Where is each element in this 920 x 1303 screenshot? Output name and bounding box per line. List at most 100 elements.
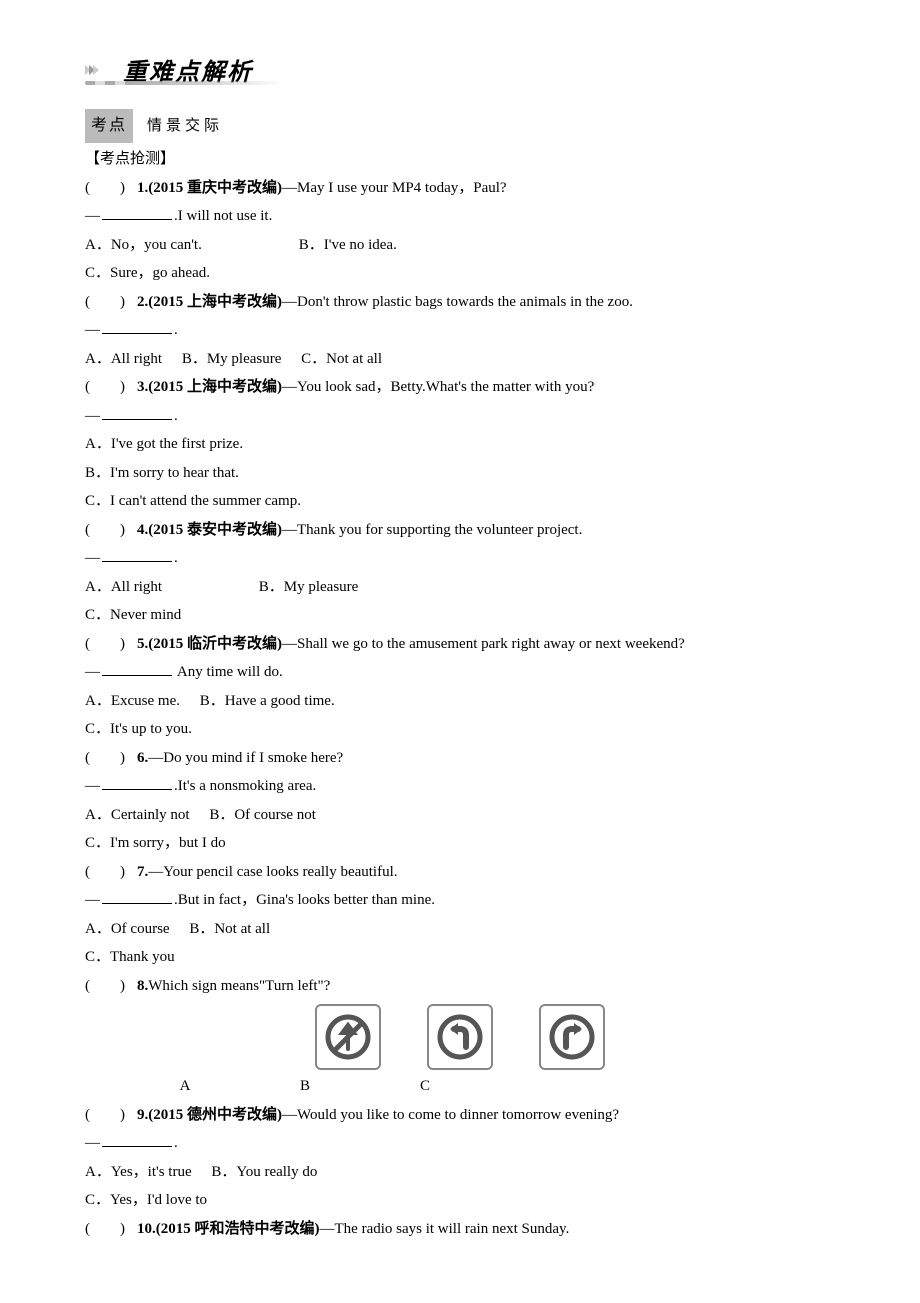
opt-c[interactable]: C．Sure，go ahead. [85,259,210,288]
q-prompt: —Do you mind if I smoke here? [148,750,343,766]
sign-turn-left[interactable] [427,1004,493,1070]
blank[interactable] [102,1131,172,1147]
opt-c[interactable]: C．Never mind [85,601,181,630]
question-5-opts-1: A．Excuse me. B．Have a good time. [85,687,835,716]
opt-a[interactable]: A．I've got the first prize. [85,430,243,459]
answer-paren[interactable]: ( ) [85,1101,137,1130]
opt-a[interactable]: A．No，you can't. [85,231,295,260]
opt-c[interactable]: C．Not at all [301,345,382,374]
question-6-opts-2: C．I'm sorry，but I do [85,829,835,858]
section-header: 重难点解析 [85,55,835,99]
answer-paren[interactable]: ( ) [85,744,137,773]
answer-paren[interactable]: ( ) [85,972,137,1001]
q-num: 3. [137,379,148,395]
opt-a[interactable]: A．Yes，it's true [85,1158,192,1187]
opt-b[interactable]: B．You really do [211,1158,317,1187]
sign-row [85,1004,835,1070]
q-num: 9. [137,1107,148,1123]
q-prompt: —Your pencil case looks really beautiful… [148,864,397,880]
answer-paren[interactable]: ( ) [85,288,137,317]
page: 重难点解析 考点 情景交际 【考点抢测】 ( )1.(2015 重庆中考改编)—… [0,0,920,1303]
q-num: 10. [137,1221,156,1237]
answer-paren[interactable]: ( ) [85,174,137,203]
opt-b[interactable]: B．My pleasure [182,345,282,374]
opt-c-row: C．I can't attend the summer camp. [85,487,835,516]
question-1-line2: —.I will not use it. [85,202,835,231]
question-2-line2: —. [85,316,835,345]
q-src: (2015 上海中考改编) [148,379,282,395]
sub-heading: 【考点抢测】 [85,145,835,174]
q-prompt: —Don't throw plastic bags towards the an… [282,294,633,310]
opt-c[interactable]: C．Yes，I'd love to [85,1186,207,1215]
answer-paren[interactable]: ( ) [85,373,137,402]
q-prompt: —The radio says it will rain next Sunday… [320,1221,570,1237]
blank[interactable] [102,888,172,904]
chevron-decor [85,65,97,75]
opt-a[interactable]: A．Excuse me. [85,687,180,716]
opt-b[interactable]: B．Have a good time. [200,687,335,716]
opt-c[interactable]: C．Thank you [85,943,175,972]
sign-label-b: B [245,1072,365,1101]
blank[interactable] [102,774,172,790]
q-prompt: —You look sad，Betty.What's the matter wi… [282,379,594,395]
opt-c[interactable]: C．I can't attend the summer camp. [85,487,301,516]
opt-b[interactable]: B．My pleasure [259,573,359,602]
sign-turn-right[interactable] [539,1004,605,1070]
q-num: 8. [137,978,148,994]
opt-a[interactable]: A．All right [85,573,255,602]
q-num: 5. [137,636,148,652]
question-3-line1: ( )3.(2015 上海中考改编)—You look sad，Betty.Wh… [85,373,835,402]
opt-c[interactable]: C．It's up to you. [85,715,192,744]
question-5-opts-2: C．It's up to you. [85,715,835,744]
section-title: 重难点解析 [123,51,253,97]
question-10-line1: ( )10.(2015 呼和浩特中考改编)—The radio says it … [85,1215,835,1244]
answer-paren[interactable]: ( ) [85,630,137,659]
question-4-opts-1: A．All right B．My pleasure [85,573,835,602]
q-prompt: —Shall we go to the amusement park right… [282,636,685,652]
answer-paren[interactable]: ( ) [85,1215,137,1244]
opt-b[interactable]: B．Of course not [209,801,316,830]
question-4-opts-2: C．Never mind [85,601,835,630]
opt-c[interactable]: C．I'm sorry，but I do [85,829,226,858]
answer-paren[interactable]: ( ) [85,858,137,887]
question-6-line2: —.It's a non­smoking area. [85,772,835,801]
opt-b[interactable]: B．I'm sorry to hear that. [85,459,239,488]
opt-a[interactable]: A．Certainly not [85,801,190,830]
blank[interactable] [102,660,172,676]
sign-label-c: C [365,1072,485,1101]
opt-a[interactable]: A．All right [85,345,162,374]
opt-b[interactable]: B．I've no idea. [299,231,397,260]
sign-labels: A B C [85,1072,835,1101]
question-9-opts-2: C．Yes，I'd love to [85,1186,835,1215]
question-5-line2: — Any time will do. [85,658,835,687]
question-9-line1: ( )9.(2015 德州中考改编)—Would you like to com… [85,1101,835,1130]
blank[interactable] [102,318,172,334]
q-num: 6. [137,750,148,766]
q-prompt: —Thank you for supporting the volunteer … [282,522,582,538]
question-9-opts-1: A．Yes，it's true B．You really do [85,1158,835,1187]
opt-a-row: A．I've got the first prize. [85,430,835,459]
opt-b-row: B．I'm sorry to hear that. [85,459,835,488]
answer-paren[interactable]: ( ) [85,516,137,545]
sign-no-straight[interactable] [315,1004,381,1070]
opt-a[interactable]: A．Of course [85,915,170,944]
opt-b[interactable]: B．Not at all [189,915,270,944]
q-prompt: —Would you like to come to dinner tomorr… [282,1107,619,1123]
q-num: 1. [137,180,148,196]
question-7-opts-1: A．Of course B．Not at all [85,915,835,944]
question-3-line2: —. [85,402,835,431]
question-2-line1: ( )2.(2015 上海中考改编)—Don't throw plastic b… [85,288,835,317]
q-num: 2. [137,294,148,310]
sign-label-a: A [125,1072,245,1101]
topic-tag: 考点 [85,109,133,143]
q-src: (2015 泰安中考改编) [148,522,282,538]
q-src: (2015 呼和浩特中考改编) [156,1221,320,1237]
question-1-line1: ( )1.(2015 重庆中考改编)—May I use your MP4 to… [85,174,835,203]
q-num: 4. [137,522,148,538]
blank[interactable] [102,204,172,220]
blank[interactable] [102,404,172,420]
blank[interactable] [102,546,172,562]
title-underline [85,81,285,85]
question-5-line1: ( )5.(2015 临沂中考改编)—Shall we go to the am… [85,630,835,659]
q-src: (2015 临沂中考改编) [148,636,282,652]
